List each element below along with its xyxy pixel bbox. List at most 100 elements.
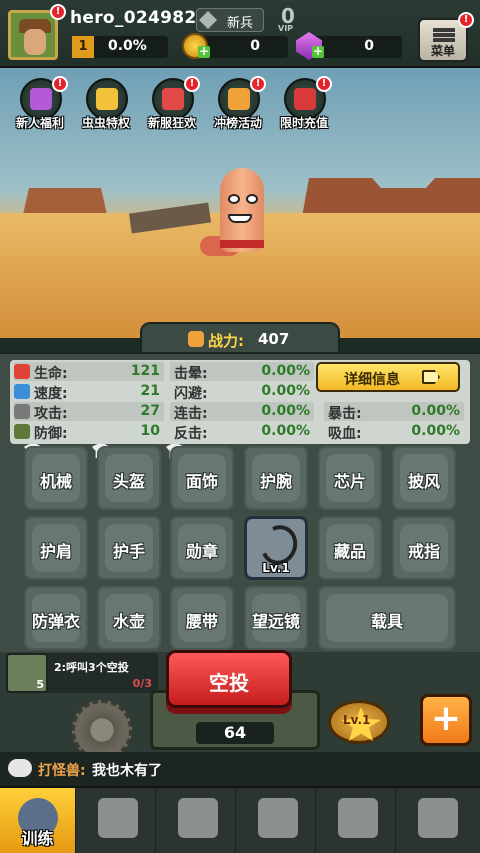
nav-shop[interactable]: [400, 788, 476, 853]
podium-icon: [228, 88, 250, 110]
task-count: 5: [36, 678, 44, 691]
nav-base[interactable]: [160, 788, 236, 853]
slot-mask[interactable]: 面饰: [170, 446, 234, 510]
stat-crit: 暴击: 0.00%: [324, 402, 464, 422]
gem-counter[interactable]: + 0: [296, 32, 402, 60]
slot-vehicle[interactable]: 载具: [318, 586, 456, 650]
player-name: hero_024982: [70, 8, 197, 28]
menu-alert-icon: !: [458, 12, 474, 28]
nav-rank[interactable]: [320, 788, 396, 853]
gear-icon[interactable]: [72, 700, 132, 760]
task-progress: 0/3: [132, 677, 152, 690]
gift-icon: [30, 88, 52, 110]
avatar-alert-icon: !: [50, 4, 66, 20]
airdrop-count: 64: [196, 722, 274, 744]
stat-stun-value: 0.00%: [261, 363, 310, 379]
slot-wrist[interactable]: 护腕: [244, 446, 308, 510]
buff-privilege-label: 虫虫特权: [81, 116, 130, 130]
chat-bar[interactable]: 打怪兽: 我也木有了: [0, 752, 480, 786]
slot-belt[interactable]: 腰带: [170, 586, 234, 650]
slot-machinery[interactable]: 机械: [24, 446, 88, 510]
slot-collection-label: 藏品: [333, 542, 366, 561]
gem-value: 0: [364, 38, 374, 54]
slot-telescope-label: 望远镜: [251, 612, 300, 631]
power-value: 407: [258, 330, 290, 348]
stats-table: 生命: 121 速度: 21 攻击: 27 防御: 10 击晕: 0.00% 闪…: [10, 360, 470, 444]
menu-icon: [433, 28, 455, 42]
stat-lifesteal-label: 吸血:: [328, 426, 362, 442]
nav-weapon[interactable]: [240, 788, 316, 853]
stat-dodge: 闪避: 0.00%: [170, 382, 314, 402]
avatar[interactable]: [8, 10, 58, 60]
avatar-head: [24, 29, 46, 55]
buff-limited-recharge[interactable]: ! 限时充值: [276, 76, 332, 134]
vip-badge[interactable]: 0 VIP: [276, 4, 302, 34]
nav-train-label: 训练: [21, 829, 54, 848]
buff-privilege[interactable]: 虫虫特权: [78, 78, 134, 134]
top-bar: ! hero_024982 新兵 0 VIP 1 0.0% + 0 + 0 菜单…: [0, 0, 480, 68]
stat-combo-value: 0.00%: [261, 403, 310, 419]
slot-chip[interactable]: 芯片: [318, 446, 382, 510]
stat-crit-value: 0.00%: [411, 403, 460, 419]
stat-attack: 攻击: 27: [14, 402, 164, 422]
airdrop-count-value: 64: [223, 723, 247, 742]
power-display: 战力: 407: [140, 322, 340, 356]
slot-kettle-label: 水壶: [112, 612, 145, 631]
worm-belt: [220, 240, 264, 248]
level-exp-bar: 1 0.0%: [72, 36, 168, 58]
stat-counter-value: 0.00%: [261, 423, 310, 439]
slot-medal-label: 勋章: [185, 542, 218, 561]
add-button[interactable]: +: [420, 694, 472, 746]
slot-vest[interactable]: 防弹衣: [24, 586, 88, 650]
rank-badge[interactable]: 新兵: [196, 8, 264, 32]
task-tracker[interactable]: 5 2:呼叫3个空投 0/3: [6, 653, 158, 693]
buff-recharge-label: 限时充值: [279, 116, 328, 130]
detail-info-button[interactable]: 详细信息: [316, 362, 460, 392]
stat-hp: 生命: 121: [14, 362, 164, 382]
crown-icon: [96, 88, 118, 110]
cart-icon: [418, 798, 458, 838]
airdrop-button[interactable]: 空投: [166, 650, 292, 708]
slot-weapon-equipped[interactable]: Lv.1: [244, 516, 308, 580]
nav-turret[interactable]: [80, 788, 156, 853]
worm-character[interactable]: [200, 168, 270, 258]
stat-dodge-label: 闪避:: [174, 386, 208, 402]
buff-ranking-alert-icon: !: [250, 76, 266, 92]
stat-attack-label: 攻击:: [34, 406, 68, 422]
slot-wrist-label: 护腕: [259, 472, 292, 491]
stat-counter: 反击: 0.00%: [170, 422, 314, 442]
coin-counter[interactable]: + 0: [182, 33, 288, 59]
slot-gloves[interactable]: 护手: [97, 516, 161, 580]
slot-ring-label: 戒指: [407, 542, 440, 561]
stat-combo: 连击: 0.00%: [170, 402, 314, 422]
slot-kettle[interactable]: 水壶: [97, 586, 161, 650]
stat-combo-label: 连击:: [174, 406, 208, 422]
task-text: 2:呼叫3个空投: [54, 661, 129, 674]
nav-train[interactable]: 训练: [0, 788, 76, 853]
worm-mouth: [228, 214, 252, 223]
slot-shoulder[interactable]: 护肩: [24, 516, 88, 580]
stat-counter-label: 反击:: [174, 426, 208, 442]
stat-dodge-value: 0.00%: [261, 383, 310, 399]
rocket-icon: [294, 88, 316, 110]
buff-carnival[interactable]: ! 新服狂欢: [144, 76, 200, 134]
slot-telescope[interactable]: 望远镜: [244, 586, 308, 650]
slot-chip-label: 芯片: [333, 472, 366, 491]
stat-hp-value: 121: [130, 363, 160, 379]
buff-newbie[interactable]: ! 新人福利: [12, 76, 68, 134]
slot-medal[interactable]: 勋章: [170, 516, 234, 580]
slot-cape[interactable]: 披风: [392, 446, 456, 510]
vip-label: VIP: [278, 24, 294, 33]
stat-defense: 防御: 10: [14, 422, 164, 442]
firework-icon: [162, 88, 184, 110]
slot-ring[interactable]: 戒指: [392, 516, 456, 580]
slot-collection[interactable]: 藏品: [318, 516, 382, 580]
stat-hp-label: 生命:: [34, 366, 68, 382]
slot-helmet[interactable]: 头盔: [97, 446, 161, 510]
heart-icon: [14, 364, 30, 379]
upgrade-level-button[interactable]: Lv.1: [328, 700, 390, 744]
slot-mask-label: 面饰: [185, 472, 218, 491]
stat-lifesteal: 吸血: 0.00%: [324, 422, 464, 442]
buff-ranking[interactable]: ! 冲榜活动: [210, 76, 266, 134]
chat-message: 我也木有了: [92, 763, 162, 779]
